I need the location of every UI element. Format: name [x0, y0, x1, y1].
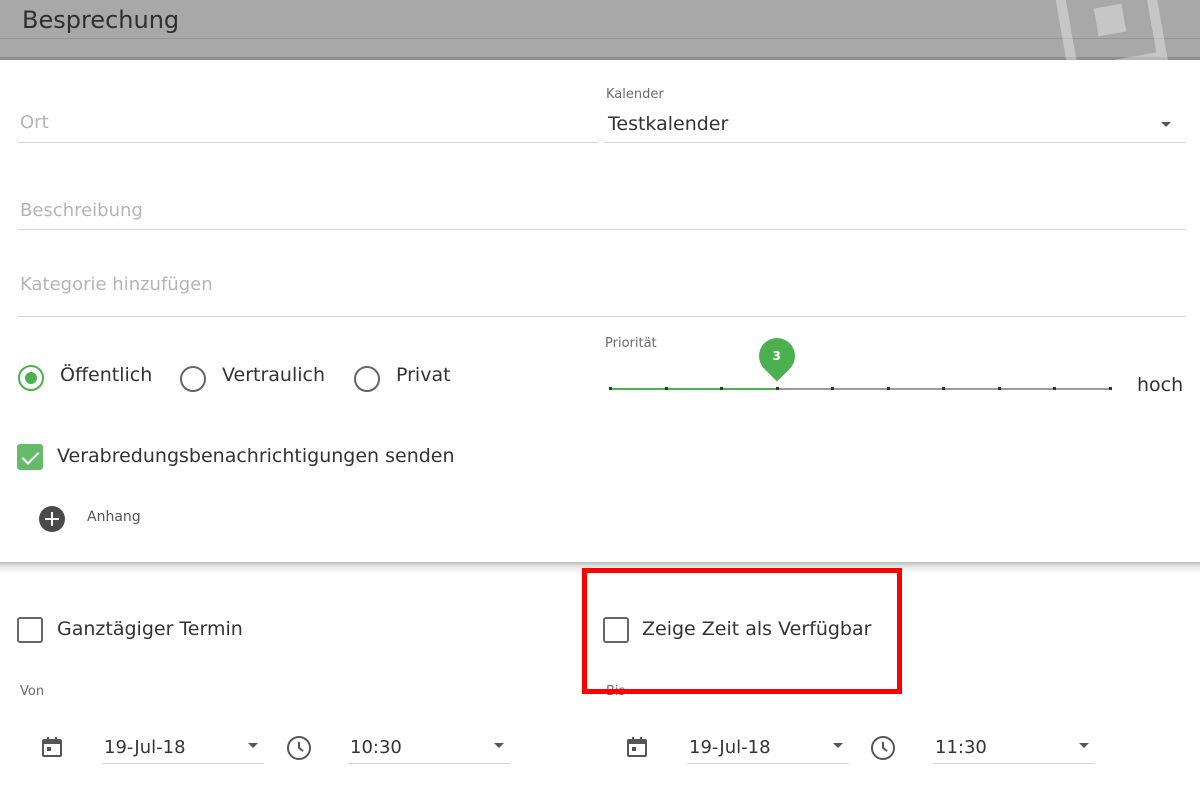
- calendar-label: Kalender: [606, 87, 664, 102]
- calendar-select-value: Testkalender: [608, 113, 729, 135]
- category-field[interactable]: [18, 274, 1186, 317]
- all-day-checkbox[interactable]: [17, 617, 43, 643]
- priority-slider-tick: [942, 387, 945, 390]
- notifications-checkbox[interactable]: [17, 444, 43, 470]
- from-date-value: 19-Jul-18: [104, 737, 186, 758]
- category-input[interactable]: [18, 274, 1186, 295]
- priority-slider-tick: [720, 387, 723, 390]
- priority-slider-tick: [776, 387, 779, 390]
- radio-public-label[interactable]: Öffentlich: [60, 364, 152, 386]
- radio-public[interactable]: [18, 365, 44, 391]
- priority-slider-tick: [1109, 387, 1112, 390]
- attachment-label[interactable]: Anhang: [87, 509, 141, 525]
- caret-down-icon: [1079, 743, 1089, 748]
- caret-down-icon: [494, 743, 504, 748]
- calendar-icon[interactable]: [625, 735, 649, 759]
- from-label: Von: [20, 684, 45, 699]
- from-time-value: 10:30: [350, 737, 402, 758]
- to-date-value: 19-Jul-18: [689, 737, 771, 758]
- radio-confidential-label[interactable]: Vertraulich: [222, 364, 325, 386]
- priority-slider-tick: [1053, 387, 1056, 390]
- description-input[interactable]: [18, 200, 1186, 221]
- priority-label: Priorität: [605, 336, 657, 351]
- description-field[interactable]: [18, 200, 1186, 230]
- notifications-label[interactable]: Verabredungsbenachrichtigungen senden: [57, 445, 455, 467]
- priority-slider-tick: [609, 387, 612, 390]
- dialog-header: Besprechung: [0, 0, 1200, 60]
- dialog-title: Besprechung: [22, 6, 180, 34]
- radio-private[interactable]: [354, 366, 380, 392]
- radio-confidential[interactable]: [180, 366, 206, 392]
- to-time-value: 11:30: [935, 737, 987, 758]
- header-divider: [0, 38, 1200, 39]
- logo-watermark-icon: [1052, 0, 1168, 60]
- header-shadow: [0, 57, 1200, 60]
- priority-slider-tick: [998, 387, 1001, 390]
- priority-max-label: hoch: [1137, 374, 1184, 396]
- priority-slider-fill: [610, 388, 777, 390]
- priority-slider-track[interactable]: [609, 387, 1112, 390]
- priority-slider-tick: [887, 387, 890, 390]
- priority-slider-value: 3: [772, 349, 781, 363]
- add-circle-icon[interactable]: [39, 506, 65, 532]
- priority-slider-tick: [665, 387, 668, 390]
- caret-down-icon: [248, 743, 258, 748]
- location-input[interactable]: [18, 112, 598, 133]
- caret-down-icon: [1161, 122, 1171, 127]
- caret-down-icon: [833, 743, 843, 748]
- all-day-label[interactable]: Ganztägiger Termin: [57, 618, 243, 640]
- highlight-annotation-box: [582, 568, 902, 694]
- priority-slider-tick: [831, 387, 834, 390]
- clock-icon[interactable]: [285, 734, 313, 762]
- radio-private-label[interactable]: Privat: [396, 364, 451, 386]
- location-field[interactable]: [18, 112, 598, 143]
- calendar-icon[interactable]: [40, 735, 64, 759]
- clock-icon[interactable]: [869, 734, 897, 762]
